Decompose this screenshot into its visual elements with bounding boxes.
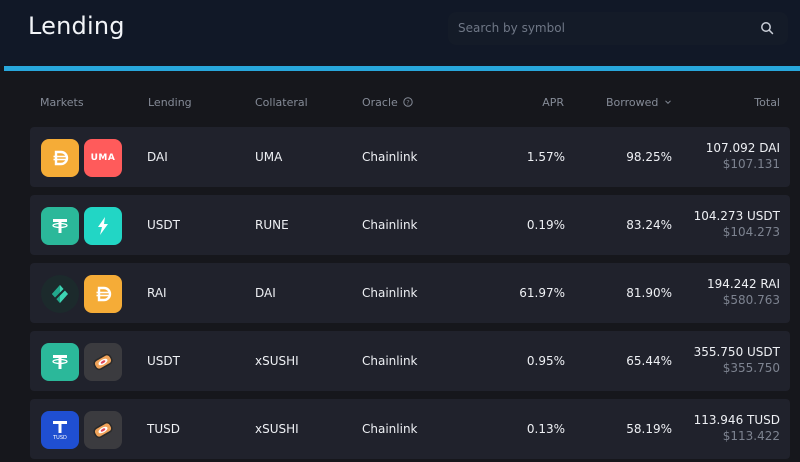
search-icon[interactable]: [760, 21, 774, 35]
total: 107.092 DAI $107.131: [706, 141, 780, 171]
col-lending[interactable]: Lending: [148, 96, 192, 109]
svg-text:?: ?: [406, 98, 409, 106]
borrowed-value: 83.24%: [626, 218, 672, 232]
total-amount: 107.092 DAI: [705, 141, 780, 155]
uma-icon: UMA: [84, 139, 122, 177]
collateral-asset: xSUSHI: [255, 354, 299, 368]
total-usd: $355.750: [722, 361, 780, 375]
collateral-asset: UMA: [255, 150, 283, 164]
table-row[interactable]: TUSD TUSD xSUSHI Chainlink 0.13% 58.19% …: [30, 399, 790, 459]
help-icon[interactable]: ?: [403, 97, 413, 107]
total-usd: $113.422: [722, 429, 780, 443]
borrowed-value: 98.25%: [626, 150, 672, 164]
col-apr[interactable]: APR: [542, 96, 564, 109]
oracle: Chainlink: [362, 286, 418, 300]
oracle: Chainlink: [362, 422, 418, 436]
total: 194.242 RAI $580.763: [707, 277, 780, 307]
tusd-icon: TUSD: [41, 411, 79, 449]
col-oracle[interactable]: Oracle?: [362, 96, 413, 109]
oracle: Chainlink: [362, 218, 418, 232]
lending-asset: DAI: [147, 150, 168, 164]
lending-asset: USDT: [147, 354, 180, 368]
lending-asset: RAI: [147, 286, 167, 300]
oracle: Chainlink: [362, 150, 418, 164]
uma-logo-text: UMA: [90, 153, 116, 163]
total: 355.750 USDT $355.750: [694, 345, 780, 375]
lending-asset: TUSD: [147, 422, 180, 436]
usdt-icon: [41, 207, 79, 245]
rune-icon: [84, 207, 122, 245]
total-usd: $104.273: [722, 225, 780, 239]
total-amount: 194.242 RAI: [706, 277, 780, 291]
apr-value: 0.95%: [526, 354, 565, 368]
page-title: Lending: [28, 12, 125, 40]
usdt-icon: [41, 343, 79, 381]
borrowed-value: 65.44%: [626, 354, 672, 368]
collateral-asset: xSUSHI: [255, 422, 299, 436]
total-amount: 113.946 TUSD: [693, 413, 780, 427]
col-borrowed-label: Borrowed: [606, 96, 659, 109]
apr-value: 1.57%: [526, 150, 565, 164]
table-row[interactable]: RAI DAI Chainlink 61.97% 81.90% 194.242 …: [30, 263, 790, 323]
col-total[interactable]: Total: [754, 96, 780, 109]
total-usd: $580.763: [722, 293, 780, 307]
apr-value: 61.97%: [519, 286, 565, 300]
apr-value: 0.19%: [526, 218, 565, 232]
table-row[interactable]: USDT xSUSHI Chainlink 0.95% 65.44% 355.7…: [30, 331, 790, 391]
tusd-logo-text: TUSD: [53, 434, 67, 441]
col-collateral[interactable]: Collateral: [255, 96, 308, 109]
col-borrowed[interactable]: Borrowed: [606, 96, 672, 109]
chevron-down-icon: [665, 100, 672, 105]
total-amount: 355.750 USDT: [693, 345, 780, 359]
table-row[interactable]: USDT RUNE Chainlink 0.19% 83.24% 104.273…: [30, 195, 790, 255]
search-input[interactable]: Search by symbol: [448, 12, 788, 45]
dai-icon: [84, 275, 122, 313]
borrowed-value: 58.19%: [626, 422, 672, 436]
table-row[interactable]: UMA DAI UMA Chainlink 1.57% 98.25% 107.0…: [30, 127, 790, 187]
header: Lending Search by symbol: [0, 0, 800, 66]
rai-icon: [41, 275, 79, 313]
col-markets: Markets: [40, 96, 84, 109]
oracle: Chainlink: [362, 354, 418, 368]
total: 113.946 TUSD $113.422: [694, 413, 780, 443]
table-header: Markets Lending Collateral Oracle? APR B…: [0, 96, 800, 114]
apr-value: 0.13%: [526, 422, 565, 436]
accent-bar: [4, 66, 800, 71]
total-usd: $107.131: [722, 157, 780, 171]
collateral-asset: DAI: [255, 286, 276, 300]
borrowed-value: 81.90%: [626, 286, 672, 300]
lending-asset: USDT: [147, 218, 180, 232]
xsushi-icon: [84, 343, 122, 381]
search-placeholder: Search by symbol: [458, 21, 565, 35]
total: 104.273 USDT $104.273: [694, 209, 780, 239]
total-amount: 104.273 USDT: [693, 209, 780, 223]
collateral-asset: RUNE: [255, 218, 289, 232]
xsushi-icon: [84, 411, 122, 449]
dai-icon: [41, 139, 79, 177]
col-oracle-label: Oracle: [362, 96, 398, 109]
